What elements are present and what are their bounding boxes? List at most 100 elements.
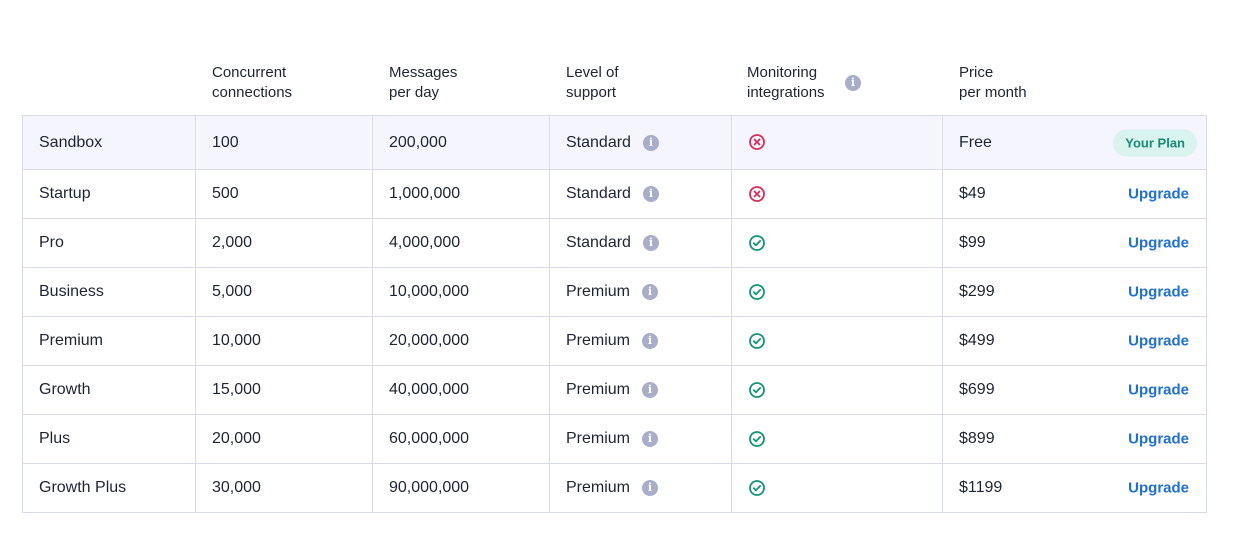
support-value: Premium — [566, 430, 631, 447]
messages-cell: 4,000,000 — [372, 218, 550, 268]
price-value: $99 — [959, 234, 986, 251]
pricing-table: Sandbox 100 200,000 Standard i Free Your Plan S… — [22, 115, 1207, 513]
price-value: $1199 — [959, 479, 1003, 496]
price-value: $899 — [959, 430, 995, 447]
support-cell: Standard i — [549, 169, 732, 219]
messages-value: 10,000,000 — [389, 283, 470, 300]
info-icon[interactable]: i — [642, 382, 659, 398]
monitoring-cell — [731, 316, 943, 366]
table-row: Plus 20,000 60,000,000 Premium i $899 Upgrade — [22, 414, 1207, 464]
check-circle-icon — [749, 234, 765, 251]
header-connections: Concurrent connections — [212, 63, 292, 103]
header-connections-line2: connections — [212, 84, 293, 101]
plan-name: Growth Plus — [22, 463, 196, 513]
messages-value: 200,000 — [389, 133, 447, 151]
connections-cell: 100 — [195, 115, 373, 170]
pricing-table-container: Concurrent connections Messages per day … — [22, 0, 1207, 513]
header-messages: Messages per day — [389, 63, 457, 103]
upgrade-link[interactable]: Upgrade — [1128, 235, 1189, 252]
upgrade-link[interactable]: Upgrade — [1128, 480, 1189, 497]
table-row: Startup 500 1,000,000 Standard i $49 Upgrade — [22, 169, 1207, 219]
header-support-line1: Level of — [566, 64, 619, 81]
price-value: $699 — [959, 381, 995, 398]
upgrade-link[interactable]: Upgrade — [1128, 284, 1189, 301]
support-cell: Standard i — [549, 115, 732, 170]
header-price: Price per month — [959, 63, 1027, 103]
messages-cell: 1,000,000 — [372, 169, 550, 219]
info-icon[interactable]: i — [642, 431, 659, 447]
info-icon[interactable]: i — [845, 75, 861, 91]
connections-value: 20,000 — [212, 430, 261, 447]
header-monitoring: Monitoring integrations — [747, 63, 825, 103]
price-cell: $699 Upgrade — [942, 365, 1207, 415]
price-cell: $1199 Upgrade — [942, 463, 1207, 513]
header-price-line1: Price — [959, 64, 994, 81]
info-icon[interactable]: i — [642, 186, 659, 202]
support-cell: Premium i — [549, 267, 732, 317]
messages-cell: 10,000,000 — [372, 267, 550, 317]
info-icon[interactable]: i — [642, 284, 659, 300]
messages-value: 40,000,000 — [389, 381, 470, 398]
upgrade-link[interactable]: Upgrade — [1128, 382, 1189, 399]
monitoring-cell — [731, 169, 943, 219]
table-row: Growth 15,000 40,000,000 Premium i $699 Upgrad… — [22, 365, 1207, 415]
table-header: Concurrent connections Messages per day … — [22, 0, 1206, 115]
support-cell: Standard i — [549, 218, 732, 268]
check-circle-icon — [749, 332, 765, 349]
plan-name-text: Plus — [39, 430, 71, 447]
plan-name-text: Startup — [39, 185, 91, 202]
table-row: Growth Plus 30,000 90,000,000 Premium i $1199… — [22, 463, 1207, 513]
messages-cell: 60,000,000 — [372, 414, 550, 464]
support-cell: Premium i — [549, 463, 732, 513]
connections-cell: 10,000 — [195, 316, 373, 366]
plan-name-text: Sandbox — [39, 133, 103, 151]
check-circle-icon — [749, 283, 765, 300]
plan-name: Growth — [22, 365, 196, 415]
price-value: $499 — [959, 332, 995, 349]
price-cell: $299 Upgrade — [942, 267, 1207, 317]
price-value: Free — [959, 133, 992, 151]
plan-name-text: Pro — [39, 234, 64, 251]
info-icon[interactable]: i — [642, 235, 659, 251]
upgrade-link[interactable]: Upgrade — [1128, 431, 1189, 448]
info-icon[interactable]: i — [642, 134, 659, 151]
monitoring-cell — [731, 365, 943, 415]
connections-cell: 15,000 — [195, 365, 373, 415]
price-value: $49 — [959, 185, 986, 202]
plan-name: Business — [22, 267, 196, 317]
connections-cell: 20,000 — [195, 414, 373, 464]
connections-value: 15,000 — [212, 381, 261, 398]
plan-name-text: Growth Plus — [39, 479, 127, 496]
upgrade-link[interactable]: Upgrade — [1128, 186, 1189, 203]
support-value: Standard — [566, 234, 631, 251]
plan-name-text: Business — [39, 283, 104, 300]
messages-cell: 40,000,000 — [372, 365, 550, 415]
connections-cell: 2,000 — [195, 218, 373, 268]
price-value: $299 — [959, 283, 995, 300]
plan-name: Plus — [22, 414, 196, 464]
header-support-line2: support — [566, 84, 617, 101]
support-cell: Premium i — [549, 316, 732, 366]
header-monitoring-line1: Monitoring — [747, 64, 818, 81]
plan-name-text: Premium — [39, 332, 104, 349]
your-plan-badge: Your Plan — [1113, 129, 1197, 156]
table-row: Business 5,000 10,000,000 Premium i $299 Upgra… — [22, 267, 1207, 317]
price-cell: $99 Upgrade — [942, 218, 1207, 268]
connections-value: 100 — [212, 133, 239, 151]
messages-value: 20,000,000 — [389, 332, 470, 349]
plan-name-text: Growth — [39, 381, 91, 398]
header-messages-line2: per day — [389, 84, 440, 101]
table-row: Sandbox 100 200,000 Standard i Free Your Plan — [22, 115, 1207, 170]
support-value: Premium — [566, 283, 631, 300]
messages-value: 90,000,000 — [389, 479, 470, 496]
upgrade-link[interactable]: Upgrade — [1128, 333, 1189, 350]
connections-cell: 30,000 — [195, 463, 373, 513]
connections-value: 2,000 — [212, 234, 253, 251]
messages-value: 4,000,000 — [389, 234, 461, 251]
price-cell: $899 Upgrade — [942, 414, 1207, 464]
info-icon[interactable]: i — [642, 480, 659, 496]
info-icon[interactable]: i — [642, 333, 659, 349]
monitoring-cell — [731, 463, 943, 513]
monitoring-cell — [731, 414, 943, 464]
header-connections-line1: Concurrent — [212, 64, 287, 81]
